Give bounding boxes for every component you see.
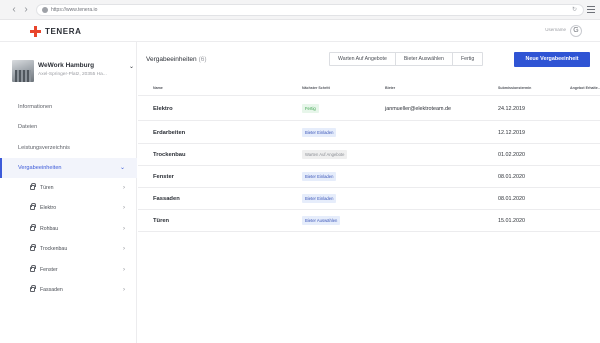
row-name[interactable]: Fenster: [153, 166, 174, 188]
menu-icon[interactable]: [586, 4, 596, 16]
filter-fertig[interactable]: Fertig: [453, 53, 482, 65]
brand-name: TENERA: [45, 26, 82, 36]
sub-item-label: Elektro: [40, 205, 57, 211]
back-icon[interactable]: ‹: [8, 4, 20, 16]
table-header: Name Nächster Schritt Bieter Submissions…: [138, 80, 600, 96]
sub-item-rohbau[interactable]: Rohbau ›: [0, 219, 137, 239]
table-row[interactable]: Erdarbeiten Bieter Einladen 12.12.2019: [138, 122, 600, 144]
new-vergabeeinheit-button[interactable]: Neue Vergabeeinheit: [514, 52, 590, 67]
sub-item-elektro[interactable]: Elektro ›: [0, 198, 137, 218]
project-thumbnail: [12, 60, 34, 82]
page-title-text: Vergabeeinheiten: [146, 56, 197, 63]
column-header-bieter[interactable]: Bieter: [385, 80, 395, 96]
row-submission-date: 08.01.2020: [498, 196, 525, 202]
item-count: (6): [198, 56, 207, 63]
filter-group: Warten Auf Angebote Bieter Auswählen Fer…: [329, 52, 484, 66]
sub-item-label: Fenster: [40, 267, 58, 273]
row-name[interactable]: Elektro: [153, 97, 173, 121]
status-badge[interactable]: Warten Auf Angebote: [302, 150, 348, 159]
app-header: TENERA Username G: [0, 20, 600, 42]
column-header-submission[interactable]: Submissionstermin: [498, 80, 531, 96]
status-badge[interactable]: Bieter Einladen: [302, 194, 337, 203]
sub-item-label: Fassaden: [40, 287, 63, 293]
lock-icon: [30, 183, 36, 190]
browser-toolbar: ‹ › https://www.tenera.io ↻: [0, 0, 600, 20]
status-badge[interactable]: Fertig: [302, 104, 319, 113]
project-name: WeWork Hamburg: [38, 62, 95, 69]
filter-bieter-auswaehlen[interactable]: Bieter Auswählen: [396, 53, 453, 65]
chevron-down-icon[interactable]: ⌄: [129, 63, 134, 70]
chevron-right-icon: ›: [123, 267, 125, 273]
sidebar-item-leistungsverzeichnis[interactable]: Leistungsverzeichnis: [0, 138, 137, 158]
chevron-right-icon: ›: [123, 246, 125, 252]
table-row[interactable]: Elektro Fertig janmueller@elektroteam.de 24…: [138, 97, 600, 121]
project-switcher[interactable]: WeWork Hamburg Axel-Springer-Platz, 2035…: [12, 60, 134, 84]
chevron-right-icon: ›: [123, 185, 125, 191]
sub-item-label: Türen: [40, 185, 54, 191]
lock-icon: [30, 224, 36, 231]
main-content: Vergabeeinheiten (6) Warten Auf Angebote …: [138, 42, 600, 343]
sidebar-item-label: Informationen: [18, 104, 53, 110]
row-submission-date: 24.12.2019: [498, 106, 525, 112]
address-bar[interactable]: https://www.tenera.io ↻: [36, 4, 584, 16]
url-text[interactable]: https://www.tenera.io: [51, 5, 97, 16]
row-name[interactable]: Trockenbau: [153, 144, 186, 166]
status-badge[interactable]: Bieter Einladen: [302, 172, 337, 181]
forward-icon[interactable]: ›: [20, 4, 32, 16]
sidebar-item-label: Dateien: [18, 124, 38, 130]
column-header-name[interactable]: Name: [153, 80, 163, 96]
sidebar: WeWork Hamburg Axel-Springer-Platz, 2035…: [0, 42, 137, 343]
sub-item-label: Rohbau: [40, 226, 59, 232]
page-title: Vergabeeinheiten (6): [146, 56, 207, 63]
column-header-offer[interactable]: Angebot Erhalte...: [570, 80, 600, 96]
sidebar-item-informationen[interactable]: Informationen: [0, 97, 137, 117]
row-submission-date: 15.01.2020: [498, 218, 525, 224]
sub-item-tueren[interactable]: Türen ›: [0, 178, 137, 198]
table-row[interactable]: Türen Bieter Auswählen 15.01.2020: [138, 210, 600, 232]
lock-icon: [30, 285, 36, 292]
user-avatar[interactable]: G: [570, 25, 582, 37]
row-submission-date: 08.01.2020: [498, 174, 525, 180]
sidebar-item-dateien[interactable]: Dateien: [0, 117, 137, 137]
sub-item-fassaden[interactable]: Fassaden ›: [0, 280, 137, 300]
sidebar-item-vergabeeinheiten[interactable]: Vergabeeinheiten ⌄: [0, 158, 137, 178]
sub-item-trockenbau[interactable]: Trockenbau ›: [0, 239, 137, 259]
row-name[interactable]: Erdarbeiten: [153, 122, 185, 144]
row-name[interactable]: Türen: [153, 210, 169, 232]
status-badge[interactable]: Bieter Auswählen: [302, 216, 341, 225]
status-badge[interactable]: Bieter Einladen: [302, 128, 337, 137]
chevron-right-icon: ›: [123, 205, 125, 211]
user-name[interactable]: Username: [545, 27, 566, 32]
row-bieter: janmueller@elektroteam.de: [385, 106, 451, 112]
lock-icon: [30, 265, 36, 272]
lock-icon: [42, 7, 48, 13]
logo[interactable]: TENERA: [30, 25, 82, 37]
sidebar-item-label: Vergabeeinheiten: [18, 165, 62, 171]
sub-item-label: Trockenbau: [40, 246, 68, 252]
table-row[interactable]: Trockenbau Warten Auf Angebote 01.02.2020: [138, 144, 600, 166]
sidebar-item-label: Leistungsverzeichnis: [18, 145, 70, 151]
table-row[interactable]: Fenster Bieter Einladen 08.01.2020: [138, 166, 600, 188]
chevron-right-icon: ›: [123, 287, 125, 293]
lock-icon: [30, 244, 36, 251]
row-submission-date: 01.02.2020: [498, 152, 525, 158]
lock-icon: [30, 203, 36, 210]
chevron-down-icon[interactable]: ⌄: [120, 158, 125, 178]
row-name[interactable]: Fassaden: [153, 188, 180, 210]
sub-item-fenster[interactable]: Fenster ›: [0, 260, 137, 280]
table-row[interactable]: Fassaden Bieter Einladen 08.01.2020: [138, 188, 600, 210]
reload-icon[interactable]: ↻: [572, 5, 577, 16]
row-submission-date: 12.12.2019: [498, 130, 525, 136]
chevron-right-icon: ›: [123, 226, 125, 232]
project-address: Axel-Springer-Platz, 20355 Ha...: [38, 72, 107, 77]
tenera-logo-icon: [30, 25, 41, 37]
filter-warten-auf-angebote[interactable]: Warten Auf Angebote: [330, 53, 396, 65]
column-header-next-step[interactable]: Nächster Schritt: [302, 80, 330, 96]
